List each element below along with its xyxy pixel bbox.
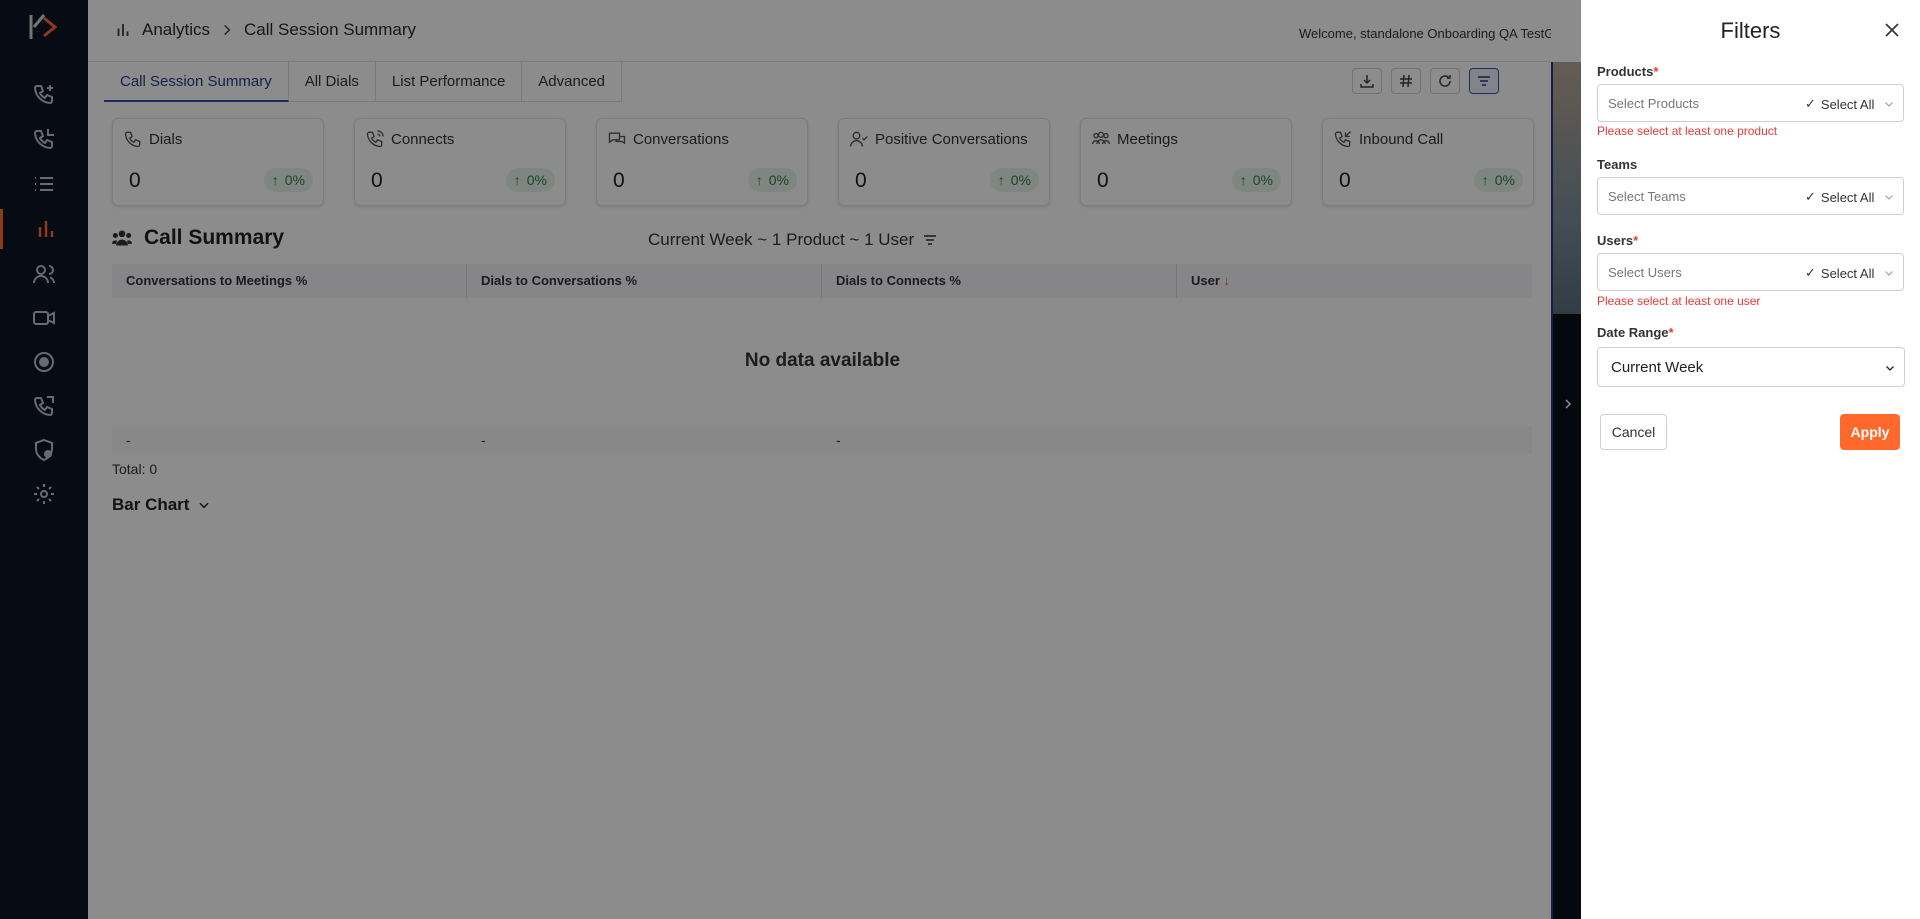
- teams-placeholder: Select Teams: [1608, 189, 1686, 204]
- modal-backdrop[interactable]: [0, 0, 1581, 919]
- teams-select[interactable]: Select Teams ✓ Select All: [1597, 177, 1904, 215]
- date-range-value: Current Week: [1611, 359, 1704, 376]
- users-error: Please select at least one user: [1597, 294, 1761, 308]
- users-placeholder: Select Users: [1608, 265, 1682, 280]
- chevron-down-icon: [1885, 102, 1893, 107]
- chevron-down-icon: [1885, 271, 1893, 276]
- cancel-button[interactable]: Cancel: [1600, 414, 1667, 450]
- chevron-down-icon: [1886, 366, 1894, 371]
- check-icon: ✓: [1805, 265, 1816, 280]
- users-select-all[interactable]: ✓ Select All: [1805, 265, 1874, 281]
- check-icon: ✓: [1805, 189, 1816, 204]
- products-placeholder: Select Products: [1608, 96, 1700, 111]
- select-all-label: Select All: [1820, 189, 1875, 205]
- required-mark: *: [1653, 64, 1659, 79]
- required-mark: *: [1633, 233, 1639, 248]
- products-label: Products*: [1597, 64, 1658, 79]
- required-mark: *: [1668, 325, 1674, 340]
- teams-label: Teams: [1597, 157, 1638, 172]
- teams-select-all[interactable]: ✓ Select All: [1805, 189, 1874, 205]
- date-range-label-text: Date Range: [1597, 325, 1669, 340]
- select-all-label: Select All: [1820, 96, 1875, 112]
- filters-panel: Filters Products* Select Products ✓ Selec…: [1581, 0, 1920, 919]
- check-icon: ✓: [1805, 96, 1816, 111]
- select-all-label: Select All: [1820, 265, 1875, 281]
- users-select[interactable]: Select Users ✓ Select All: [1597, 253, 1904, 291]
- products-label-text: Products: [1597, 64, 1654, 79]
- date-range-label: Date Range*: [1597, 325, 1674, 340]
- products-select-all[interactable]: ✓ Select All: [1805, 96, 1874, 112]
- products-select[interactable]: Select Products ✓ Select All: [1597, 84, 1904, 122]
- panel-title: Filters: [1720, 18, 1781, 43]
- apply-button[interactable]: Apply: [1840, 414, 1900, 450]
- close-icon[interactable]: [1884, 22, 1900, 38]
- users-label-text: Users: [1597, 233, 1634, 248]
- chevron-down-icon: [1885, 195, 1893, 200]
- users-label: Users*: [1597, 233, 1638, 248]
- products-error: Please select at least one product: [1597, 124, 1778, 138]
- date-range-select[interactable]: Current Week: [1597, 347, 1905, 387]
